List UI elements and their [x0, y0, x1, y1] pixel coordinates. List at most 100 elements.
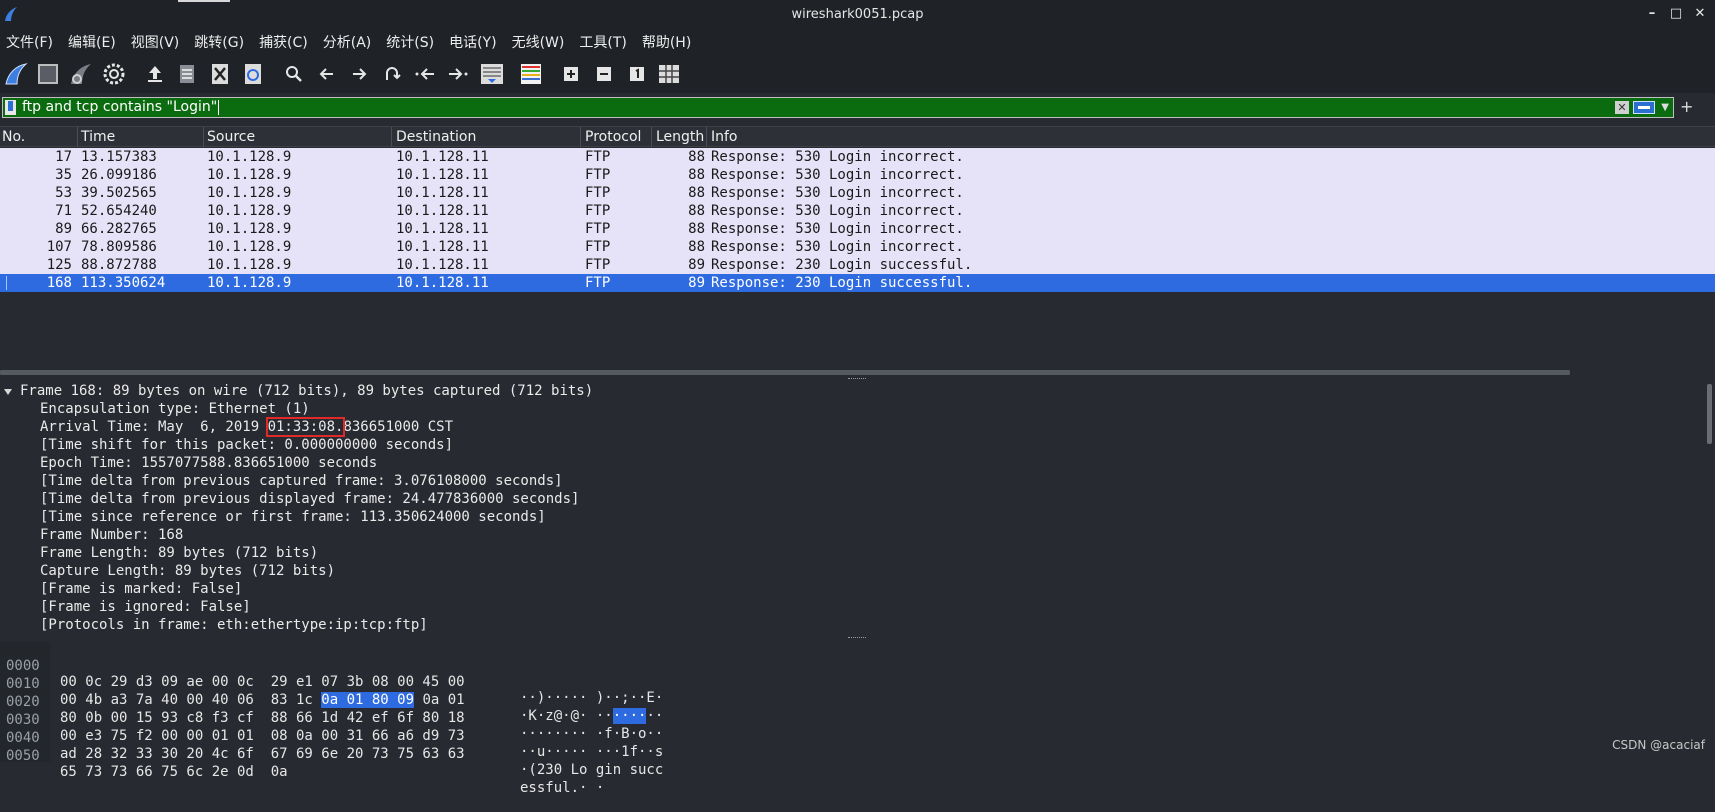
autoscroll-icon[interactable]: [479, 61, 505, 87]
menu-tools[interactable]: 工具(T): [579, 32, 626, 52]
menu-help[interactable]: 帮助(H): [642, 32, 691, 52]
minimize-button[interactable]: –: [1645, 4, 1659, 22]
bookmark-icon[interactable]: [5, 100, 16, 115]
ascii-bytes: ·(230 Lo gin succ: [520, 762, 664, 778]
detail-line[interactable]: [Time shift for this packet: 0.000000000…: [40, 437, 453, 455]
packet-destination: 10.1.128.11: [396, 185, 489, 201]
column-no[interactable]: No.: [2, 129, 25, 145]
detail-line[interactable]: [Time since reference or first frame: 11…: [40, 509, 546, 527]
detail-line[interactable]: [Protocols in frame: eth:ethertype:ip:tc…: [40, 617, 428, 635]
bytes-row[interactable]: 0010 00 4b a3 7a 40 00 40 06 83 1c 0a 01…: [0, 660, 663, 724]
restart-icon[interactable]: [68, 61, 94, 87]
column-info[interactable]: Info: [711, 129, 738, 145]
reload-icon[interactable]: [240, 61, 266, 87]
menu-analyze[interactable]: 分析(A): [323, 32, 372, 52]
hex-bytes: ad 28 32 33 30 20 4c 6f 67 69 6e 20 73 7…: [60, 746, 465, 762]
menu-bar: 文件(F) 编辑(E) 视图(V) 跳转(G) 捕获(C) 分析(A) 统计(S…: [0, 29, 1715, 55]
detail-line[interactable]: Epoch Time: 1557077588.836651000 seconds: [40, 455, 377, 473]
close-button[interactable]: ✕: [1693, 4, 1707, 22]
first-packet-icon[interactable]: [412, 61, 438, 87]
packet-row[interactable]: 71 52.654240 10.1.128.9 10.1.128.11 FTP …: [0, 202, 1715, 220]
menu-capture[interactable]: 捕获(C): [259, 32, 308, 52]
detail-line[interactable]: Encapsulation type: Ethernet (1): [40, 401, 310, 419]
pane-splitter-top[interactable]: [0, 375, 1715, 383]
packet-row-selected[interactable]: 168 113.350624 10.1.128.9 10.1.128.11 FT…: [0, 274, 1715, 292]
bytes-row[interactable]: 0040 ad 28 32 33 30 20 4c 6f 67 69 6e 20…: [0, 714, 663, 778]
collapse-triangle-icon[interactable]: [4, 389, 12, 395]
goto-packet-icon[interactable]: [379, 61, 405, 87]
frame-tree-item[interactable]: Frame 168: 89 bytes on wire (712 bits), …: [20, 383, 593, 401]
packet-row[interactable]: 53 39.502565 10.1.128.9 10.1.128.11 FTP …: [0, 184, 1715, 202]
hex-bytes: 65 73 73 66 75 6c 2e 0d 0a: [60, 764, 288, 780]
detail-line[interactable]: [Frame is ignored: False]: [40, 599, 251, 617]
detail-line[interactable]: [Time delta from previous captured frame…: [40, 473, 563, 491]
pane-splitter-bottom[interactable]: [0, 634, 1715, 642]
packet-destination: 10.1.128.11: [396, 221, 489, 237]
packet-row[interactable]: 89 66.282765 10.1.128.9 10.1.128.11 FTP …: [0, 220, 1715, 238]
packet-no: 35: [55, 167, 72, 183]
close-file-icon[interactable]: [207, 61, 233, 87]
bytes-row[interactable]: 0050 65 73 73 66 75 6c 2e 0d 0a essful.·…: [0, 732, 604, 796]
packet-source: 10.1.128.9: [207, 149, 292, 165]
menu-view[interactable]: 视图(V): [131, 32, 180, 52]
menu-statistics[interactable]: 统计(S): [386, 32, 434, 52]
hex-bytes: 80 0b 00 15 93 c8 f3 cf 88 66 1d 42 ef 6…: [60, 710, 465, 726]
packet-info: Response: 530 Login incorrect.: [711, 221, 964, 237]
tab-indicator: [178, 0, 230, 2]
packet-destination: 10.1.128.11: [396, 167, 489, 183]
packet-info: Response: 530 Login incorrect.: [711, 167, 964, 183]
column-protocol[interactable]: Protocol: [585, 129, 641, 145]
detail-line[interactable]: Capture Length: 89 bytes (712 bits): [40, 563, 335, 581]
packet-list-header: No. Time Source Destination Protocol Len…: [0, 126, 1715, 147]
chevron-down-icon[interactable]: ▼: [1661, 102, 1669, 113]
arrival-time-line[interactable]: Arrival Time: May 6, 2019 01:33:08.83665…: [40, 417, 453, 437]
column-length[interactable]: Length: [656, 129, 704, 145]
packet-protocol: FTP: [585, 203, 611, 219]
detail-line[interactable]: Frame Length: 89 bytes (712 bits): [40, 545, 318, 563]
details-vscrollbar[interactable]: [1707, 384, 1712, 444]
menu-file[interactable]: 文件(F): [6, 32, 53, 52]
packet-time: 66.282765: [81, 221, 157, 237]
packet-row[interactable]: 125 88.872788 10.1.128.9 10.1.128.11 FTP…: [0, 256, 1715, 274]
menu-telephony[interactable]: 电话(Y): [449, 32, 496, 52]
bytes-row[interactable]: 0020 80 0b 00 15 93 c8 f3 cf 88 66 1d 42…: [0, 678, 663, 742]
back-arrow-icon[interactable]: [314, 61, 340, 87]
x-icon[interactable]: ✕: [1615, 101, 1629, 114]
resize-columns-icon[interactable]: [656, 61, 682, 87]
packet-info: Response: 530 Login incorrect.: [711, 185, 964, 201]
menu-wireless[interactable]: 无线(W): [512, 32, 565, 52]
ascii-bytes: ········ ·f·B·o··: [520, 726, 664, 742]
detail-line[interactable]: [Frame is marked: False]: [40, 581, 242, 599]
packet-row[interactable]: 17 13.157383 10.1.128.9 10.1.128.11 FTP …: [0, 148, 1715, 166]
add-filter-button[interactable]: +: [1680, 97, 1693, 116]
detail-line[interactable]: Frame Number: 168: [40, 527, 183, 545]
packet-time: 52.654240: [81, 203, 157, 219]
column-time[interactable]: Time: [81, 129, 115, 145]
bytes-row[interactable]: 0030 00 e3 75 f2 00 00 01 01 08 0a 00 31…: [0, 696, 663, 760]
normal-size-icon[interactable]: [624, 61, 650, 87]
packet-destination: 10.1.128.11: [396, 275, 489, 291]
last-packet-icon[interactable]: [445, 61, 471, 87]
column-source[interactable]: Source: [207, 129, 255, 145]
shark-start-icon[interactable]: [3, 61, 29, 87]
zoom-in-icon[interactable]: [558, 61, 584, 87]
packet-row[interactable]: 35 26.099186 10.1.128.9 10.1.128.11 FTP …: [0, 166, 1715, 184]
menu-go[interactable]: 跳转(G): [194, 32, 244, 52]
packet-row[interactable]: 107 78.809586 10.1.128.9 10.1.128.11 FTP…: [0, 238, 1715, 256]
bytes-row[interactable]: 0000 00 0c 29 d3 09 ae 00 0c 29 e1 07 3b…: [0, 642, 663, 706]
arrow-right-icon[interactable]: [1633, 101, 1655, 114]
display-filter-input[interactable]: ftp and tcp contains "Login" ✕ ▼: [2, 97, 1674, 118]
search-icon[interactable]: [281, 61, 307, 87]
save-file-icon[interactable]: [174, 61, 200, 87]
column-destination[interactable]: Destination: [396, 129, 476, 145]
maximize-button[interactable]: □: [1669, 4, 1683, 22]
detail-line[interactable]: [Time delta from previous displayed fram…: [40, 491, 579, 509]
stop-icon[interactable]: [35, 61, 61, 87]
menu-edit[interactable]: 编辑(E): [68, 32, 116, 52]
forward-arrow-icon[interactable]: [346, 61, 372, 87]
open-file-icon[interactable]: [142, 61, 168, 87]
colorize-icon[interactable]: [518, 61, 544, 87]
options-gear-icon[interactable]: [101, 61, 127, 87]
zoom-out-icon[interactable]: [591, 61, 617, 87]
watermark-text: CSDN @acaciaf: [1612, 738, 1705, 752]
